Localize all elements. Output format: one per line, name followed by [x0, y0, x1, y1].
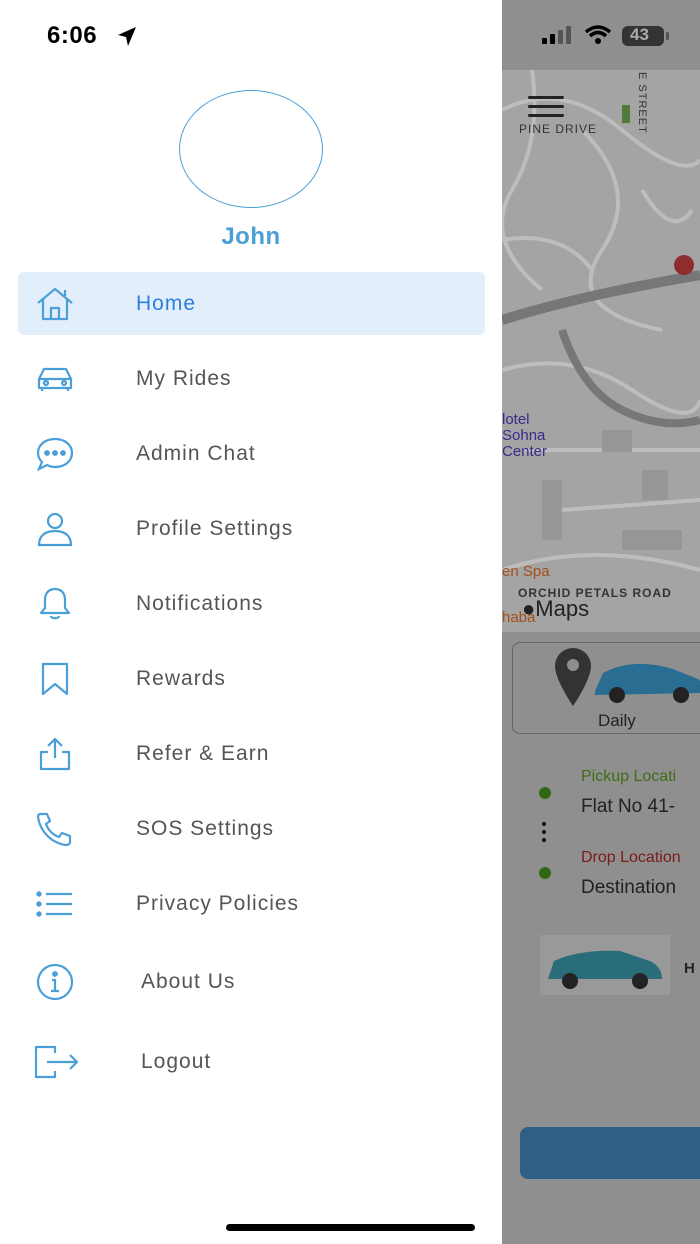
menu-item-privacy-policies[interactable]: Privacy Policies — [18, 872, 485, 935]
menu-label: My Rides — [136, 367, 232, 390]
bookmark-icon — [34, 659, 76, 699]
pickup-label: Pickup Locati — [581, 768, 677, 785]
menu-label: About Us — [141, 970, 236, 993]
menu-label: Rewards — [136, 667, 226, 690]
menu-item-admin-chat[interactable]: Admin Chat — [18, 422, 485, 485]
drop-location-value[interactable]: Destination — [581, 877, 676, 899]
menu-label: Home — [136, 292, 197, 315]
ride-type-label: Daily — [598, 711, 636, 730]
user-icon — [34, 509, 76, 549]
map-roads — [502, 70, 700, 572]
bell-icon — [34, 584, 76, 624]
menu-item-sos-settings[interactable]: SOS Settings — [18, 797, 485, 860]
chat-bubble-icon — [34, 434, 76, 474]
menu-label: Profile Settings — [136, 517, 294, 540]
menu-item-logout[interactable]: Logout — [18, 1030, 485, 1093]
location-arrow-icon — [118, 27, 136, 46]
avatar[interactable] — [179, 90, 323, 208]
menu-item-refer-earn[interactable]: Refer & Earn — [18, 722, 485, 785]
car-name-cut: H — [684, 960, 695, 977]
signal-wifi-battery-icon — [542, 25, 669, 46]
book-ride-button[interactable] — [520, 1127, 700, 1179]
menu-label: Logout — [141, 1050, 212, 1073]
map-label-pine-drive: PINE DRIVE — [519, 122, 598, 136]
navigation-drawer: 6:06 John Home My Rides Admin Chat Profi… — [0, 0, 502, 1244]
menu-label: SOS Settings — [136, 817, 275, 840]
map-poi-hotel: lotel Sohna Center — [502, 411, 548, 460]
user-name: John — [221, 223, 281, 250]
phone-icon — [34, 809, 76, 849]
apple-maps-logo: ●Maps — [522, 596, 590, 621]
background-app-overlay[interactable]: 43 PINE DRIVE E STREET lotel Sohna Cente… — [502, 0, 700, 1244]
status-icons: 43 — [542, 22, 692, 57]
list-icon — [34, 884, 76, 924]
map-view[interactable]: PINE DRIVE E STREET lotel Sohna Center e… — [502, 70, 700, 632]
menu-label: Admin Chat — [136, 442, 256, 465]
menu-item-my-rides[interactable]: My Rides — [18, 347, 485, 410]
menu-label: Notifications — [136, 592, 264, 615]
ride-type-card-daily[interactable]: Daily — [512, 642, 700, 734]
home-icon — [34, 284, 76, 324]
route-dots-icon — [542, 822, 546, 846]
car-with-pin-icon — [555, 648, 700, 706]
drop-label: Drop Location — [581, 849, 681, 866]
pickup-location-value[interactable]: Flat No 41- — [581, 796, 675, 818]
menu-item-about-us[interactable]: About Us — [18, 950, 485, 1013]
home-indicator[interactable] — [226, 1224, 475, 1231]
apple-icon: ● — [522, 596, 536, 621]
drop-dot-icon — [539, 867, 551, 879]
share-icon — [34, 734, 76, 774]
menu-label: Privacy Policies — [136, 892, 300, 915]
menu-label: Refer & Earn — [136, 742, 270, 765]
battery-level: 43 — [630, 25, 649, 44]
status-time: 6:06 — [47, 22, 98, 49]
car-icon — [34, 359, 76, 399]
suv-car-icon — [540, 935, 670, 995]
map-label-e-street: E STREET — [636, 72, 648, 134]
menu-item-profile-settings[interactable]: Profile Settings — [18, 497, 485, 560]
menu-item-home[interactable]: Home — [18, 272, 485, 335]
menu-hamburger-icon[interactable] — [528, 96, 564, 123]
menu-item-notifications[interactable]: Notifications — [18, 572, 485, 635]
map-poi-spa: en Spa — [502, 563, 550, 580]
pickup-dot-icon — [539, 787, 551, 799]
logout-icon — [32, 1042, 82, 1082]
info-icon — [34, 962, 76, 1002]
menu-item-rewards[interactable]: Rewards — [18, 647, 485, 710]
